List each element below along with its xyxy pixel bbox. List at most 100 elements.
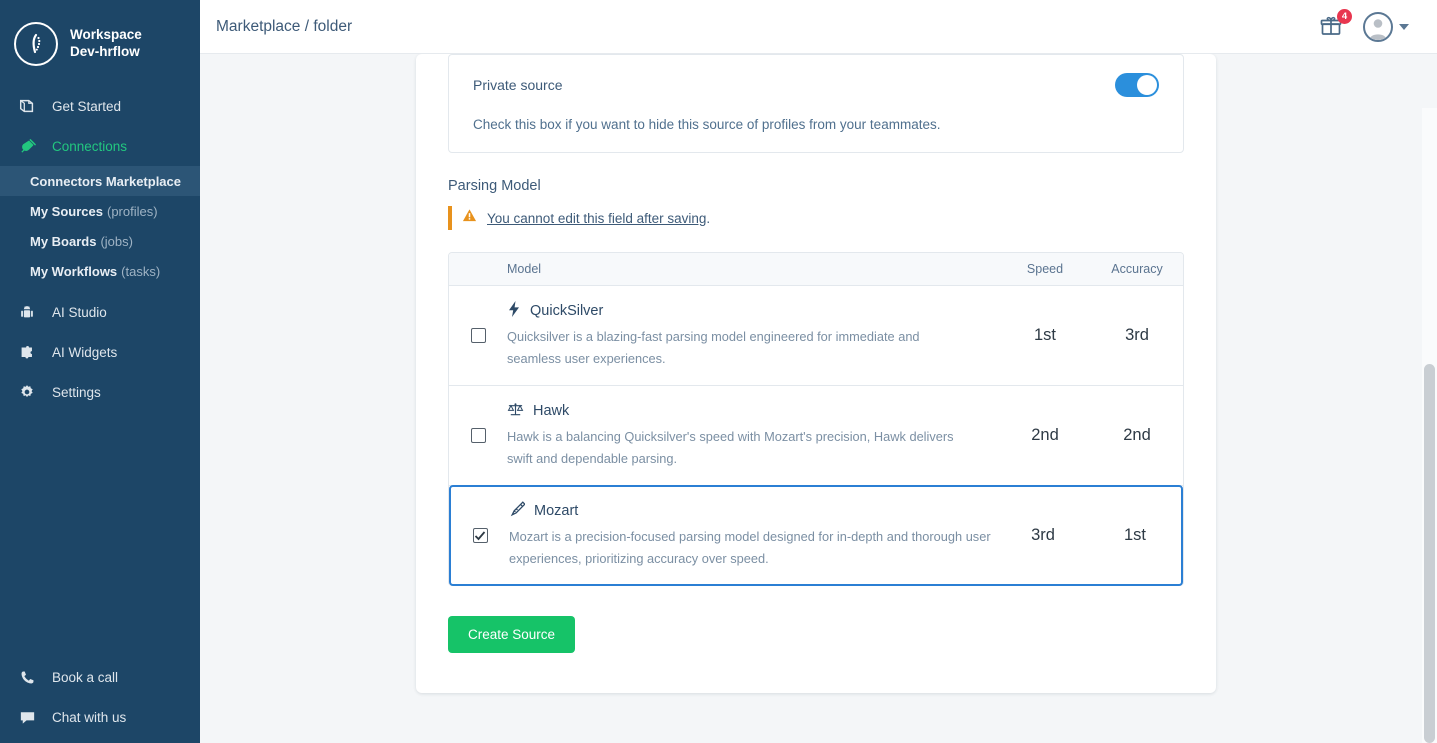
model-checkbox-hawk[interactable] <box>471 428 486 443</box>
row-select-cell <box>449 428 507 443</box>
model-title-quicksilver: QuickSilver <box>507 301 999 321</box>
gear-icon <box>16 383 38 401</box>
sidebar-subitem-label: My Workflows <box>30 264 117 279</box>
header-cell-model: Model <box>507 262 999 276</box>
model-accuracy-rank: 3rd <box>1091 326 1183 345</box>
warning-triangle-icon <box>462 208 477 228</box>
avatar <box>1363 12 1393 42</box>
model-speed-rank: 2nd <box>999 426 1091 445</box>
private-source-label: Private source <box>473 77 562 93</box>
model-name-label: QuickSilver <box>530 303 603 319</box>
source-settings-card: Private source Check this box if you wan… <box>416 54 1216 693</box>
toggle-knob <box>1137 75 1157 95</box>
gift-badge-count: 4 <box>1337 9 1352 24</box>
sidebar-subitem-label: My Boards <box>30 234 96 249</box>
chevron-down-icon <box>1399 24 1409 30</box>
model-description: Quicksilver is a blazing-fast parsing mo… <box>507 326 977 370</box>
row-select-cell <box>451 528 509 543</box>
row-model-cell: Hawk Hawk is a balancing Quicksilver's s… <box>507 401 999 470</box>
sidebar-item-ai-studio[interactable]: AI Studio <box>0 292 200 332</box>
sidebar-item-my-workflows[interactable]: My Workflows (tasks) <box>0 256 200 286</box>
model-checkbox-quicksilver[interactable] <box>471 328 486 343</box>
model-checkbox-mozart[interactable] <box>473 528 488 543</box>
header-cell-speed: Speed <box>999 262 1091 276</box>
model-title-mozart: Mozart <box>509 501 997 521</box>
model-description: Mozart is a precision-focused parsing mo… <box>509 526 994 570</box>
content-scrollbar[interactable] <box>1422 108 1437 743</box>
private-source-row: Private source <box>473 73 1159 97</box>
hrflow-logo-icon <box>14 22 58 66</box>
magic-wand-icon <box>509 501 525 521</box>
sidebar-item-label: AI Studio <box>52 305 107 320</box>
sidebar-item-connections[interactable]: Connections <box>0 126 200 166</box>
robot-icon <box>16 303 38 321</box>
sidebar-item-ai-widgets[interactable]: AI Widgets <box>0 332 200 372</box>
lightning-bolt-icon <box>507 301 521 321</box>
table-row[interactable]: QuickSilver Quicksilver is a blazing-fas… <box>449 286 1183 386</box>
sidebar-item-chat-with-us[interactable]: Chat with us <box>0 697 200 737</box>
workspace-label: Workspace <box>70 27 142 44</box>
sidebar-bottom-nav: Book a call Chat with us <box>0 657 200 737</box>
sidebar-subitem-label: My Sources <box>30 204 103 219</box>
sidebar-item-connectors-marketplace[interactable]: Connectors Marketplace <box>0 166 200 196</box>
sidebar-subitem-suffix: (jobs) <box>100 234 133 249</box>
sidebar-subitem-label: Connectors Marketplace <box>30 174 181 189</box>
sidebar-item-label: Book a call <box>52 670 118 685</box>
model-title-hawk: Hawk <box>507 401 999 421</box>
user-menu[interactable] <box>1363 12 1409 42</box>
row-model-cell: QuickSilver Quicksilver is a blazing-fas… <box>507 301 999 370</box>
sidebar: Workspace Dev-hrflow Get Started <box>0 0 200 743</box>
sidebar-item-label: Chat with us <box>52 710 126 725</box>
model-name-label: Mozart <box>534 503 578 519</box>
sidebar-item-my-boards[interactable]: My Boards (jobs) <box>0 226 200 256</box>
parsing-warning: You cannot edit this field after saving. <box>448 206 1184 230</box>
content-scroll-area: Private source Check this box if you wan… <box>200 54 1437 743</box>
sidebar-item-label: Settings <box>52 385 101 400</box>
phone-icon <box>16 669 38 686</box>
sidebar-item-label: Connections <box>52 139 127 154</box>
sidebar-item-label: AI Widgets <box>52 345 117 360</box>
scrollbar-thumb[interactable] <box>1424 364 1435 743</box>
row-select-cell <box>449 328 507 343</box>
parsing-warning-text: You cannot edit this field after saving. <box>487 211 710 226</box>
private-source-panel: Private source Check this box if you wan… <box>448 54 1184 153</box>
sidebar-item-my-sources[interactable]: My Sources (profiles) <box>0 196 200 226</box>
model-accuracy-rank: 1st <box>1089 526 1181 545</box>
plug-icon <box>16 137 38 156</box>
private-source-help-text: Check this box if you want to hide this … <box>473 117 1159 132</box>
topbar-actions: 4 <box>1319 12 1409 42</box>
parsing-warning-link[interactable]: You cannot edit this field after saving <box>487 211 706 226</box>
model-description: Hawk is a balancing Quicksilver's speed … <box>507 426 977 470</box>
parsing-warning-suffix: . <box>706 211 710 226</box>
private-source-toggle[interactable] <box>1115 73 1159 97</box>
sidebar-item-book-a-call[interactable]: Book a call <box>0 657 200 697</box>
breadcrumb: Marketplace / folder <box>216 18 352 36</box>
topbar: Marketplace / folder 4 <box>200 0 1437 54</box>
create-source-button[interactable]: Create Source <box>448 616 575 653</box>
row-model-cell: Mozart Mozart is a precision-focused par… <box>509 501 997 570</box>
puzzle-icon <box>16 343 38 361</box>
sidebar-item-settings[interactable]: Settings <box>0 372 200 412</box>
model-name-label: Hawk <box>533 403 569 419</box>
parsing-model-table: Model Speed Accuracy <box>448 252 1184 586</box>
header-cell-accuracy: Accuracy <box>1091 262 1183 276</box>
balance-scale-icon <box>507 401 524 421</box>
sidebar-subitem-suffix: (tasks) <box>121 264 160 279</box>
chat-icon <box>16 708 38 727</box>
model-accuracy-rank: 2nd <box>1091 426 1183 445</box>
app-root: Workspace Dev-hrflow Get Started <box>0 0 1437 743</box>
workspace-header[interactable]: Workspace Dev-hrflow <box>0 0 200 72</box>
sidebar-item-label: Get Started <box>52 99 121 114</box>
gift-icon <box>1319 25 1343 42</box>
model-speed-rank: 1st <box>999 326 1091 345</box>
table-header-row: Model Speed Accuracy <box>449 253 1183 286</box>
sidebar-nav: Get Started Connections Connectors Marke… <box>0 86 200 412</box>
book-icon <box>16 97 38 115</box>
gift-button[interactable]: 4 <box>1319 14 1345 40</box>
sidebar-subitem-suffix: (profiles) <box>107 204 158 219</box>
table-row[interactable]: Mozart Mozart is a precision-focused par… <box>449 485 1183 586</box>
sidebar-item-get-started[interactable]: Get Started <box>0 86 200 126</box>
parsing-model-title: Parsing Model <box>448 178 1184 194</box>
main-area: Marketplace / folder 4 <box>200 0 1437 743</box>
table-row[interactable]: Hawk Hawk is a balancing Quicksilver's s… <box>449 386 1183 486</box>
